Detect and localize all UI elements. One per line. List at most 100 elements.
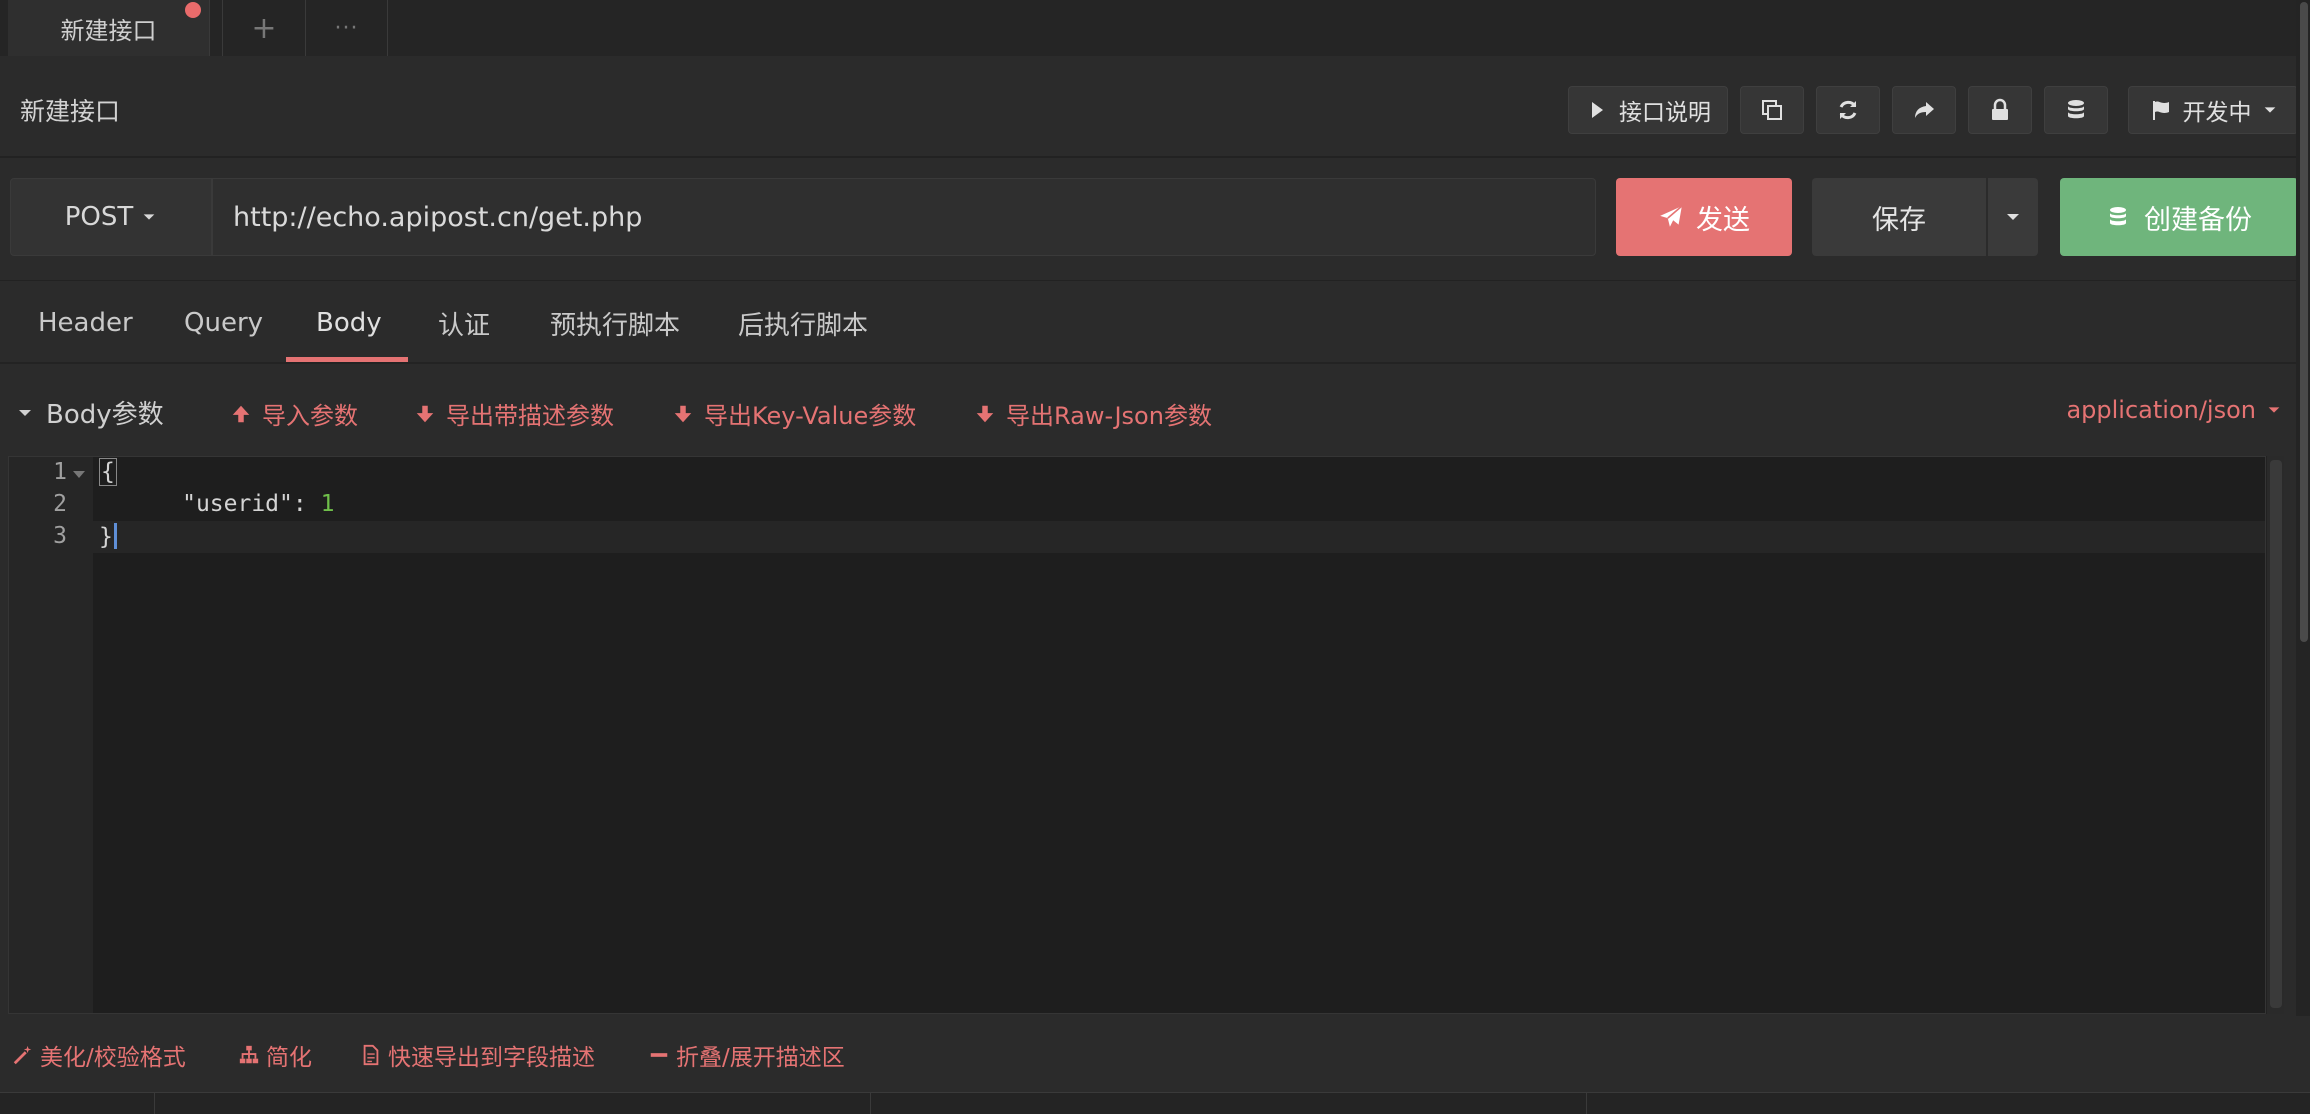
content-type-select[interactable]: application/json [2066, 396, 2282, 424]
tab-query[interactable]: Query [184, 281, 263, 365]
export-to-field-desc-label: 快速导出到字段描述 [388, 1045, 595, 1071]
json-colon: : [292, 491, 321, 517]
interface-header: 新建接口 接口说明 开发中 [0, 56, 2310, 158]
caret-down-icon [2264, 107, 2275, 113]
magic-wand-icon [13, 1045, 32, 1065]
database-icon [2068, 100, 2084, 119]
database-button[interactable] [2044, 86, 2108, 134]
tab-label: 新建接口 [60, 16, 157, 45]
import-params-label: 导入参数 [262, 402, 358, 430]
page-scrollbar-thumb[interactable] [2300, 2, 2308, 642]
open-brace: { [99, 458, 117, 486]
save-options-dropdown[interactable] [1988, 178, 2038, 256]
status-divider [870, 1093, 871, 1114]
lock-button[interactable] [1968, 86, 2032, 134]
export-raw-json-label: 导出Raw-Json参数 [1006, 402, 1212, 430]
page-title: 新建接口 [20, 97, 121, 126]
tab-new-interface[interactable]: 新建接口 [8, 0, 210, 56]
tab-pre-script[interactable]: 预执行脚本 [550, 281, 680, 365]
tab-post-script[interactable]: 后执行脚本 [738, 281, 868, 365]
caret-down-icon [2007, 214, 2019, 220]
send-button[interactable]: 发送 [1616, 178, 1792, 256]
save-button[interactable]: 保存 [1812, 178, 1986, 256]
code-line-1: { [99, 458, 117, 486]
share-button[interactable] [1892, 86, 1956, 134]
minus-icon [650, 1053, 668, 1057]
simplify-label: 简化 [266, 1045, 312, 1071]
create-backup-label: 创建备份 [2144, 204, 2252, 236]
json-body-editor[interactable]: 1 2 3 { "userid": 1 } [8, 456, 2266, 1014]
url-input[interactable]: http://echo.apipost.cn/get.php [212, 178, 1596, 256]
caret-down-icon [19, 409, 31, 416]
export-raw-json-button[interactable]: 导出Raw-Json参数 [974, 396, 1212, 431]
json-key: "userid" [182, 491, 293, 517]
text-cursor [113, 523, 117, 549]
tab-header[interactable]: Header [38, 281, 133, 365]
ellipsis-icon: ··· [334, 15, 359, 41]
code-line-3: } [99, 523, 117, 550]
status-divider [154, 1093, 155, 1114]
interface-doc-label: 接口说明 [1619, 100, 1711, 126]
status-divider [1586, 1093, 1587, 1114]
flag-icon [2152, 101, 2169, 120]
active-line-highlight [93, 521, 2265, 553]
import-params-button[interactable]: 导入参数 [230, 396, 358, 431]
editor-scrollbar-thumb[interactable] [2270, 460, 2282, 1008]
tab-bar: 新建接口 + ··· [0, 0, 2310, 56]
content-type-label: application/json [2066, 396, 2256, 424]
arrow-down-icon [416, 405, 434, 422]
status-label: 开发中 [2182, 100, 2252, 126]
interface-doc-button[interactable]: 接口说明 [1568, 86, 1728, 134]
method-select[interactable]: POST [10, 178, 212, 256]
beautify-validate-button[interactable]: 美化/校验格式 [12, 1038, 186, 1072]
beautify-validate-label: 美化/校验格式 [40, 1045, 186, 1071]
export-kv-params-label: 导出Key-Value参数 [704, 402, 917, 430]
arrow-down-icon [674, 405, 692, 422]
create-backup-button[interactable]: 创建备份 [2060, 178, 2298, 256]
line-number: 1 [53, 459, 67, 485]
export-desc-params-label: 导出带描述参数 [446, 402, 614, 430]
json-number-value: 1 [320, 491, 335, 517]
status-dropdown[interactable]: 开发中 [2128, 86, 2298, 134]
active-tab-indicator [286, 357, 408, 362]
document-icon [363, 1044, 379, 1066]
toggle-desc-area-button[interactable]: 折叠/展开描述区 [648, 1038, 845, 1072]
database-icon [2110, 207, 2126, 226]
simplify-button[interactable]: 简化 [238, 1038, 312, 1072]
line-number: 2 [53, 491, 67, 517]
save-label: 保存 [1872, 204, 1926, 236]
caret-down-icon [2268, 407, 2280, 413]
export-to-field-desc-button[interactable]: 快速导出到字段描述 [360, 1038, 595, 1072]
export-kv-params-button[interactable]: 导出Key-Value参数 [672, 396, 916, 431]
export-desc-params-button[interactable]: 导出带描述参数 [414, 396, 614, 431]
refresh-icon [1839, 100, 1857, 120]
request-tabs: Header Query Body 认证 预执行脚本 后执行脚本 [0, 280, 2310, 364]
arrow-up-icon [232, 405, 250, 422]
body-options-bar: Body参数 导入参数 导出带描述参数 导出Key-Value参数 导出Raw-… [0, 366, 2310, 456]
refresh-button[interactable] [1816, 86, 1880, 134]
status-bar [0, 1092, 2310, 1114]
more-tabs-button[interactable]: ··· [306, 0, 388, 56]
close-brace: } [99, 524, 113, 550]
request-url-row: POST http://echo.apipost.cn/get.php 发送 保… [0, 160, 2310, 278]
caret-down-icon [143, 214, 155, 220]
tab-auth[interactable]: 认证 [438, 281, 490, 365]
lock-icon [1992, 98, 2008, 120]
body-params-label: Body参数 [46, 400, 164, 430]
plus-icon: + [251, 10, 277, 46]
method-label: POST [64, 202, 134, 232]
add-tab-button[interactable]: + [222, 0, 306, 56]
fold-toggle-icon[interactable] [73, 471, 85, 478]
toggle-desc-area-label: 折叠/展开描述区 [676, 1045, 845, 1071]
send-label: 发送 [1696, 204, 1750, 236]
body-params-toggle[interactable]: Body参数 [16, 394, 164, 431]
tab-body[interactable]: Body [316, 281, 382, 365]
sitemap-icon [239, 1045, 259, 1064]
play-icon [1592, 102, 1603, 118]
editor-bottom-toolbar: 美化/校验格式 简化 快速导出到字段描述 折叠/展开描述区 [0, 1016, 2310, 1092]
copy-button[interactable] [1740, 86, 1804, 134]
paper-plane-icon [1660, 205, 1683, 227]
share-icon [1915, 102, 1934, 118]
copy-icon [1762, 100, 1782, 120]
editor-scrollbar[interactable] [2266, 456, 2284, 1014]
